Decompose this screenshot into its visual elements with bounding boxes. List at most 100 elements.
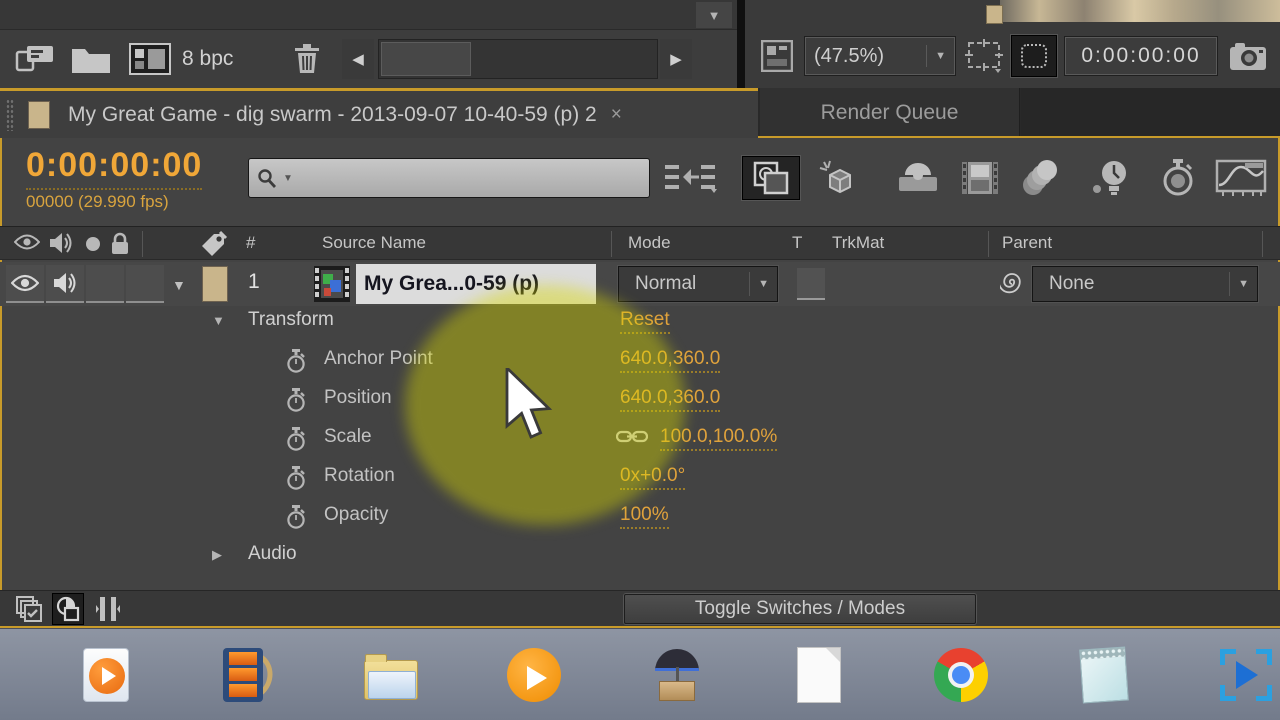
transform-group-row[interactable]: ▼ Transform Reset	[0, 302, 1280, 341]
layer-solo-toggle[interactable]	[86, 265, 124, 303]
label-color-icon[interactable]	[198, 230, 228, 258]
taskbar-notepad-icon[interactable]	[1075, 646, 1133, 704]
property-label[interactable]: Scale	[324, 426, 372, 448]
property-row-anchor-point[interactable]: Anchor Point 640.0,360.0	[0, 341, 1280, 380]
scrollbar-down-button[interactable]: ▼	[696, 2, 732, 28]
current-time-display[interactable]: 0:00:00:00	[26, 146, 202, 190]
layer-row[interactable]: ▼ 1 My Grea...0-59 (p) Normal ▼ None ▼	[0, 262, 1280, 306]
column-parent[interactable]: Parent	[1002, 233, 1052, 253]
parent-pickwhip-icon[interactable]	[1000, 272, 1024, 296]
layer-audio-toggle[interactable]	[46, 265, 84, 303]
folder-icon[interactable]	[68, 40, 114, 78]
layer-switches-pane-icon[interactable]	[14, 595, 44, 623]
twirl-down-icon[interactable]: ▼	[212, 313, 225, 328]
property-row-position[interactable]: Position 640.0,360.0	[0, 380, 1280, 419]
audio-speaker-icon[interactable]	[48, 231, 74, 255]
blend-mode-dropdown[interactable]: Normal ▼	[618, 266, 778, 302]
toggle-switches-modes-button[interactable]: Toggle Switches / Modes	[624, 594, 976, 624]
scrollbar-left-button[interactable]: ◀	[342, 39, 374, 79]
property-row-opacity[interactable]: Opacity 100%	[0, 497, 1280, 536]
layer-label-color[interactable]	[202, 266, 228, 302]
taskbar-windows-media-player-icon[interactable]	[77, 646, 135, 704]
taskbar-movie-maker-icon[interactable]	[220, 646, 278, 704]
eye-icon[interactable]	[14, 233, 40, 251]
property-value[interactable]: 0x+0.0°	[620, 465, 685, 490]
parent-dropdown[interactable]: None ▼	[1032, 266, 1258, 302]
draft-3d-icon[interactable]	[810, 156, 868, 200]
taskbar-screen-recorder-icon[interactable]	[1217, 646, 1275, 704]
property-value[interactable]: 640.0,360.0	[620, 387, 720, 412]
property-row-scale[interactable]: Scale 100.0,100.0%	[0, 419, 1280, 458]
taskbar-install-package-icon[interactable]	[648, 646, 706, 704]
snapshot-camera-icon[interactable]	[1226, 37, 1270, 75]
panel-grip-icon[interactable]	[6, 99, 14, 131]
column-t[interactable]: T	[792, 233, 802, 253]
trash-icon[interactable]	[288, 40, 326, 78]
close-icon[interactable]: ×	[611, 104, 622, 126]
region-of-interest-icon[interactable]	[962, 37, 1006, 75]
brainstorm-icon[interactable]	[1082, 156, 1142, 200]
taskbar-windows-explorer-icon[interactable]	[362, 646, 420, 704]
frame-blending-icon[interactable]	[888, 156, 948, 200]
transfer-controls-pane-icon[interactable]	[52, 593, 84, 625]
stopwatch-icon[interactable]	[286, 505, 306, 534]
layer-name[interactable]: My Grea...0-59 (p)	[356, 264, 596, 304]
mini-flowchart-icon[interactable]	[660, 156, 722, 200]
stopwatch-icon[interactable]	[286, 427, 306, 456]
preserve-transparency-toggle[interactable]	[797, 268, 825, 300]
layer-visibility-toggle[interactable]	[6, 265, 44, 303]
search-input[interactable]: ▼	[248, 158, 650, 198]
horizontal-scrollbar[interactable]	[378, 39, 658, 79]
motion-blur-film-icon[interactable]	[952, 156, 1008, 200]
stopwatch-icon[interactable]	[286, 349, 306, 378]
transform-reset-link[interactable]: Reset	[620, 309, 670, 334]
scrollbar-thumb[interactable]	[381, 42, 471, 76]
column-source-name[interactable]: Source Name	[322, 233, 426, 253]
auto-keyframe-icon[interactable]	[1150, 156, 1206, 200]
footage-icon[interactable]	[126, 40, 174, 78]
interpret-footage-icon[interactable]	[12, 40, 58, 78]
lock-icon[interactable]	[110, 232, 130, 256]
column-number[interactable]: #	[246, 233, 255, 253]
property-label[interactable]: Position	[324, 387, 392, 409]
magnification-dropdown[interactable]: (47.5%) ▼	[805, 37, 955, 75]
preview-timecode[interactable]: 0:00:00:00	[1065, 37, 1217, 75]
property-label[interactable]: Opacity	[324, 504, 388, 526]
stopwatch-icon[interactable]	[286, 388, 306, 417]
panel-tab-bar: My Great Game - dig swarm - 2013-09-07 1…	[0, 88, 1280, 138]
bit-depth-indicator[interactable]: 8 bpc	[182, 40, 233, 78]
view-layout-icon[interactable]	[757, 37, 797, 75]
column-trkmat[interactable]: TrkMat	[832, 233, 884, 253]
property-value[interactable]: 640.0,360.0	[620, 348, 720, 373]
property-value[interactable]: 100.0,100.0%	[660, 426, 777, 451]
taskbar-media-player-classic-icon[interactable]	[505, 646, 563, 704]
property-value[interactable]: 100%	[620, 504, 669, 529]
column-mode[interactable]: Mode	[628, 233, 671, 253]
hide-shy-layers-button[interactable]	[742, 156, 800, 200]
solo-icon[interactable]	[86, 237, 100, 251]
taskbar-document-icon[interactable]	[790, 646, 848, 704]
audio-group-label[interactable]: Audio	[248, 543, 297, 565]
search-options-icon[interactable]: ▼	[283, 173, 293, 184]
timeline-bottom-bar: Toggle Switches / Modes	[0, 590, 1280, 626]
in-out-panes-icon[interactable]	[94, 595, 122, 623]
property-label[interactable]: Rotation	[324, 465, 395, 487]
auto-select-graph-type-button[interactable]	[1011, 35, 1057, 77]
layer-twirl-icon[interactable]: ▼	[172, 277, 186, 293]
tab-composition[interactable]: My Great Game - dig swarm - 2013-09-07 1…	[0, 88, 758, 138]
audio-group-row[interactable]: ▶ Audio	[0, 536, 1280, 575]
preview-resize-handle[interactable]	[986, 5, 1003, 24]
property-label[interactable]: Anchor Point	[324, 348, 433, 370]
stopwatch-icon[interactable]	[286, 466, 306, 495]
transform-group-label[interactable]: Transform	[248, 309, 334, 331]
twirl-right-icon[interactable]: ▶	[212, 547, 222, 563]
tab-render-queue[interactable]: Render Queue	[760, 88, 1020, 138]
link-dimensions-icon[interactable]	[616, 429, 648, 450]
taskbar-chrome-icon[interactable]	[932, 646, 990, 704]
graph-editor-icon[interactable]	[1210, 156, 1272, 200]
property-row-rotation[interactable]: Rotation 0x+0.0°	[0, 458, 1280, 497]
motion-blur-icon[interactable]	[1012, 156, 1068, 200]
layer-lock-toggle[interactable]	[126, 265, 164, 303]
panel-divider[interactable]	[737, 0, 745, 88]
scrollbar-right-button[interactable]: ▶	[660, 39, 692, 79]
